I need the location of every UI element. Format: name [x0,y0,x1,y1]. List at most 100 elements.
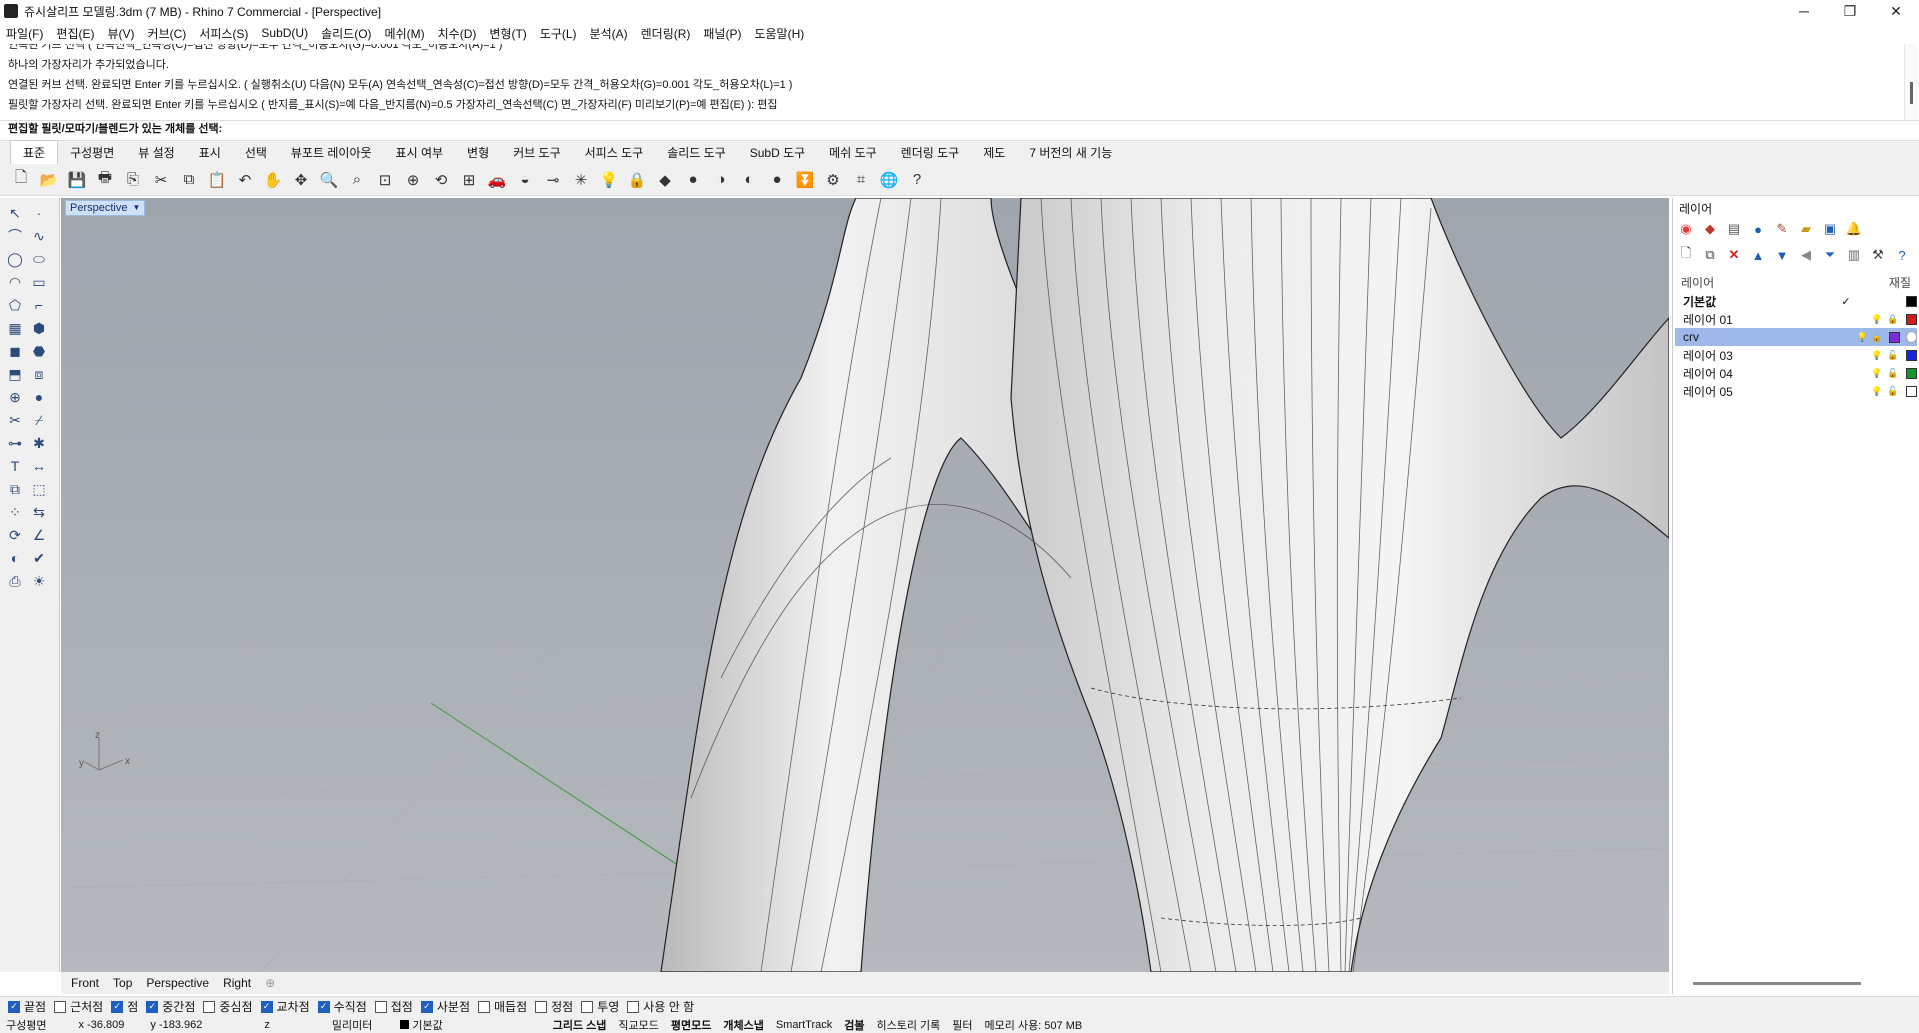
help-icon[interactable]: ? [906,169,928,191]
dimension-icon[interactable]: ⌗ [850,169,872,191]
visibility-bulb-icon[interactable]: 💡 [1869,314,1885,325]
zoom-icon[interactable]: 🔍 [318,169,340,191]
layer-color-swatch[interactable] [1906,385,1917,397]
cut-icon[interactable]: ✂ [150,169,172,191]
pencil-icon[interactable]: ✎ [1773,220,1791,238]
tools-icon[interactable]: ⚒ [1869,246,1887,264]
extrude-icon[interactable]: ⬒ [4,363,26,385]
layer-color-swatch[interactable] [1906,295,1917,307]
toolbar-tab[interactable]: 구성평면 [58,141,126,165]
layer-color-swatch[interactable] [1889,331,1900,343]
open-file-icon[interactable]: 📂 [38,169,60,191]
ortho-toggle[interactable]: 직교모드 [618,1017,658,1033]
menu-item[interactable]: 도구(L) [540,25,577,42]
grid-snap-toggle[interactable]: 그리드 스냅 [553,1017,607,1033]
checkbox[interactable] [203,1000,216,1013]
import-icon[interactable]: ⎘ [122,169,144,191]
zoom-selected-icon[interactable]: ⊕ [402,169,424,191]
paste-icon[interactable]: 📋 [206,169,228,191]
named-view-icon[interactable]: ▣ [1821,220,1839,238]
toolbar-tab[interactable]: 표시 [187,141,233,165]
fillet-curve-icon[interactable]: ⌐ [28,294,50,316]
osnap-11[interactable]: 정점 [535,998,573,1015]
checkbox[interactable] [477,1000,490,1013]
layer-color-swatch[interactable] [1906,349,1917,361]
snap-icon[interactable]: ⊸ [542,169,564,191]
osnap-toggle[interactable]: 개체스냅 [723,1017,763,1033]
menu-item[interactable]: 메쉬(M) [385,25,425,42]
new-layer-icon[interactable]: 🗋 [1677,245,1695,264]
layer-color-swatch[interactable] [1906,313,1917,325]
menu-item[interactable]: 변형(T) [489,25,526,42]
trim-icon[interactable]: ✂ [4,409,26,431]
shaded-icon[interactable]: ◐ [738,169,760,191]
checkbox[interactable]: ✓ [146,1000,159,1013]
curve-icon[interactable]: ∿ [28,225,50,247]
pan-hand-icon[interactable]: ✋ [262,169,284,191]
toolbar-tab[interactable]: 선택 [233,141,279,165]
move-view-icon[interactable]: ✥ [290,169,312,191]
filter-icon[interactable]: ⏷ [1821,246,1839,264]
layer-row[interactable]: 레이어 05 💡 🔓 [1675,382,1917,400]
array-icon[interactable]: ⁘ [4,501,26,523]
mirror-icon[interactable]: ⇆ [28,501,50,523]
minimize-button[interactable]: ─ [1781,0,1827,22]
move-down-icon[interactable]: ▼ [1773,246,1791,264]
layer-panel-scrollbar[interactable] [1693,982,1861,985]
lock-icon[interactable]: 🔒 [626,169,648,191]
toolbar-tab[interactable]: 솔리드 도구 [655,141,738,165]
view-tab[interactable]: Top [113,976,132,990]
toolbar-tab[interactable]: 변형 [455,141,501,165]
toolbar-tab[interactable]: SubD 도구 [738,141,817,165]
zoom-extents-icon[interactable]: ⊡ [374,169,396,191]
toolbar-tab[interactable]: 7 버전의 새 기능 [1017,141,1124,165]
toolbar-tab[interactable]: 커브 도구 [501,141,573,165]
join-icon[interactable]: ⊶ [4,432,26,454]
layers-icon[interactable]: ◆ [1701,220,1719,238]
ellipse-icon[interactable]: ⬭ [28,248,50,270]
checkbox[interactable] [581,1000,594,1013]
checkbox[interactable]: ✓ [317,1000,330,1013]
osnap-7[interactable]: ✓ 수직점 [317,998,367,1015]
osnap-4[interactable]: ✓ 중간점 [146,998,195,1015]
zoom-window-icon[interactable]: ⌕ [346,169,368,191]
layer-icon[interactable]: ◆ [654,169,676,191]
toolbar-tab[interactable]: 제도 [971,141,1017,165]
menu-item[interactable]: 솔리드(O) [321,25,371,42]
status-layer[interactable]: 기본값 [400,1017,443,1033]
block-icon[interactable]: ⬚ [28,478,50,500]
rectangle-icon[interactable]: ▭ [28,271,50,293]
render-tool-icon[interactable]: ◐ [4,547,26,569]
toolbar-tab[interactable]: 렌더링 도구 [889,141,972,165]
view-tab[interactable]: Right [223,976,251,990]
menu-item[interactable]: 치수(D) [438,25,477,42]
point-icon[interactable]: · [28,202,50,224]
solid-icon[interactable]: ⬣ [28,340,50,362]
toolbar-tab[interactable]: 표시 여부 [384,141,456,165]
menu-item[interactable]: 도움말(H) [754,25,804,42]
osnap-12[interactable]: 투영 [581,998,619,1015]
osnap-13[interactable]: 사용 안 함 [627,998,694,1015]
history-icon[interactable]: ⟳ [4,524,26,546]
new-sublayer-icon[interactable]: ⧉ [1701,246,1719,264]
box-icon[interactable]: ◼ [4,340,26,362]
material-icon[interactable]: ◑ [710,169,732,191]
unlock-icon[interactable]: 🔓 [1885,386,1901,397]
osnap-icon[interactable]: ✳ [570,169,592,191]
help-icon[interactable]: ? [1893,246,1911,264]
options-icon[interactable]: ⚙ [822,169,844,191]
four-view-icon[interactable]: ⊞ [458,169,480,191]
group-icon[interactable]: ⧉ [4,478,26,500]
menu-item[interactable]: 분석(A) [590,25,628,42]
menu-item[interactable]: 편집(E) [56,25,94,42]
layer-color-swatch[interactable] [1906,367,1917,379]
menu-item[interactable]: 파일(F) [6,25,43,42]
unlock-icon[interactable]: 🔓 [1885,350,1901,361]
rotate-view-icon[interactable]: ⟲ [430,169,452,191]
surface-icon[interactable]: ▦ [4,317,26,339]
patch-icon[interactable]: ⬢ [28,317,50,339]
view-tab[interactable]: Perspective [146,976,209,990]
command-history-scrollbar[interactable] [1904,44,1918,120]
copy-icon[interactable]: ⧉ [178,169,200,191]
planar-toggle[interactable]: 평면모드 [671,1017,711,1033]
